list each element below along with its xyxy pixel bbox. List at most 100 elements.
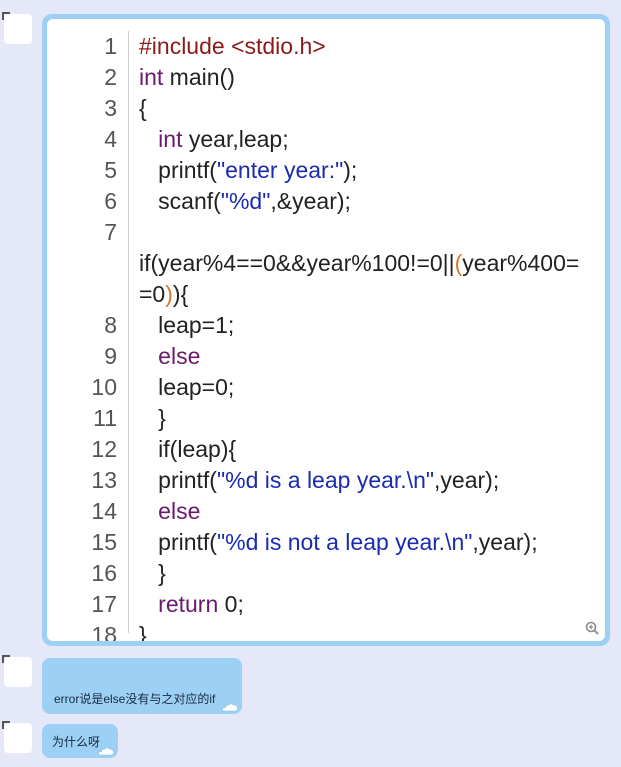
code-token: if(year%4==0&&year%100!=0|| <box>139 250 455 276</box>
code-text: leap=0; <box>139 372 234 403</box>
zoom-in-icon[interactable] <box>585 621 599 635</box>
code-line: 13 printf("%d is a leap year.\n",year); <box>47 465 605 496</box>
line-number: 16 <box>91 560 117 586</box>
line-number: 10 <box>91 374 117 400</box>
line-number: 17 <box>91 591 117 617</box>
code-text: scanf("%d",&year); <box>139 186 351 217</box>
code-token: 0; <box>218 591 244 617</box>
line-number: 9 <box>104 343 117 369</box>
sender-avatar[interactable] <box>2 655 32 687</box>
code-token: scanf( <box>139 188 221 214</box>
code-token: else <box>158 498 201 524</box>
line-number: 1 <box>104 33 117 59</box>
code-text: else <box>139 496 200 527</box>
line-number: 18 <box>91 622 117 641</box>
code-text: else <box>139 341 200 372</box>
cloud-decoration-icon <box>222 703 238 712</box>
code-token: main() <box>163 64 235 90</box>
code-text: printf("%d is not a leap year.\n",year); <box>139 527 538 558</box>
code-line: 8 leap=1; <box>47 310 605 341</box>
code-token: { <box>139 95 147 121</box>
code-token: leap=1; <box>139 312 235 338</box>
code-token: "%d is a leap year.\n" <box>216 467 435 493</box>
code-token: if(leap){ <box>139 436 237 462</box>
code-token: =0 <box>139 281 166 307</box>
code-line: 16 } <box>47 558 605 589</box>
code-token: year,leap; <box>182 126 289 152</box>
code-text: leap=1; <box>139 310 234 341</box>
code-token: } <box>139 560 166 586</box>
sender-avatar[interactable] <box>2 721 32 753</box>
code-line: 14 else <box>47 496 605 527</box>
code-line: 7 <box>47 217 605 248</box>
line-number: 13 <box>91 467 117 493</box>
code-message-bubble[interactable]: 1 #include <stdio.h> 2 int main() 3{4 int ye… <box>42 14 610 646</box>
code-line: 15 printf("%d is not a leap year.\n",yea… <box>47 527 605 558</box>
code-line: =0)){ <box>47 279 605 310</box>
code-line: 3{ <box>47 93 605 124</box>
message-text: error说是else没有与之对应的if <box>54 692 216 706</box>
code-token: #include <stdio.h> <box>139 33 326 59</box>
code-token: printf( <box>139 529 217 555</box>
code-token: printf( <box>139 157 217 183</box>
code-token: ); <box>343 157 358 183</box>
code-line: 17 return 0; <box>47 589 605 620</box>
line-number: 15 <box>91 529 117 555</box>
code-line: 5 printf("enter year:"); <box>47 155 605 186</box>
line-number: 6 <box>104 188 117 214</box>
message-text: 为什么呀 <box>52 735 101 749</box>
line-number: 12 <box>91 436 117 462</box>
code-token: ){ <box>172 281 189 307</box>
code-line: 18} <box>47 620 605 641</box>
line-number: 14 <box>91 498 117 524</box>
code-line: 1 #include <stdio.h> <box>47 31 605 62</box>
code-text: if(leap){ <box>139 434 236 465</box>
code-token: } <box>139 622 147 641</box>
code-token: "%d is not a leap year.\n" <box>216 529 473 555</box>
code-block: 1 #include <stdio.h> 2 int main() 3{4 int ye… <box>47 19 605 641</box>
cloud-decoration-icon <box>98 747 114 756</box>
code-token: ,year); <box>472 529 538 555</box>
code-text: } <box>139 558 166 589</box>
code-token: return <box>158 591 219 617</box>
line-number: 11 <box>93 405 117 431</box>
code-token: else <box>158 343 201 369</box>
text-message-bubble[interactable]: error说是else没有与之对应的if <box>42 658 242 714</box>
code-token: ,year); <box>434 467 500 493</box>
code-line: 10 leap=0; <box>47 372 605 403</box>
sender-avatar[interactable] <box>2 12 32 44</box>
code-line: if(year%4==0&&year%100!=0||(year%400= <box>47 248 605 279</box>
code-text: #include <stdio.h> <box>139 31 326 62</box>
line-number: 3 <box>104 95 117 121</box>
chat-window: 1 #include <stdio.h> 2 int main() 3{4 int ye… <box>0 0 621 767</box>
line-number: 7 <box>104 219 117 245</box>
line-number: 4 <box>104 126 117 152</box>
code-line: 12 if(leap){ <box>47 434 605 465</box>
code-text: } <box>139 620 147 641</box>
line-number: 2 <box>104 64 117 90</box>
code-token: year%400= <box>462 250 580 276</box>
code-token: printf( <box>139 467 217 493</box>
code-line: 4 int year,leap; <box>47 124 605 155</box>
code-text: int main() <box>139 62 235 93</box>
text-message-bubble[interactable]: 为什么呀 <box>42 724 118 758</box>
code-text: =0)){ <box>139 279 188 310</box>
code-token: "%d" <box>220 188 271 214</box>
code-text: if(year%4==0&&year%100!=0||(year%400= <box>139 248 579 279</box>
code-line: 11 } <box>47 403 605 434</box>
code-text: } <box>139 403 166 434</box>
code-token: leap=0; <box>139 374 235 400</box>
code-token: ,&year); <box>270 188 351 214</box>
line-number: 8 <box>104 312 117 338</box>
code-line: 9 else <box>47 341 605 372</box>
code-token: } <box>139 405 166 431</box>
code-text: { <box>139 93 147 124</box>
code-token: int <box>158 126 183 152</box>
code-text: int year,leap; <box>139 124 289 155</box>
code-text: return 0; <box>139 589 244 620</box>
code-token: int <box>139 64 164 90</box>
